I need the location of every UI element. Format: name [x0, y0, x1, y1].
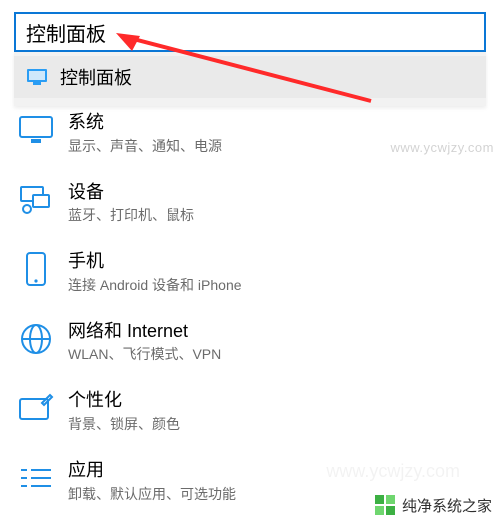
- category-title: 手机: [68, 251, 242, 273]
- watermark-url-top: www.ycwjzy.com: [390, 140, 494, 155]
- globe-icon: [18, 321, 54, 357]
- watermark-url-faint: www.ycwjzy.com: [326, 461, 460, 482]
- category-texts: 手机 连接 Android 设备和 iPhone: [68, 251, 242, 295]
- category-title: 设备: [68, 182, 194, 204]
- category-subtitle: 显示、声音、通知、电源: [68, 136, 222, 156]
- category-subtitle: 连接 Android 设备和 iPhone: [68, 275, 242, 295]
- category-devices[interactable]: 设备 蓝牙、打印机、鼠标: [14, 168, 490, 238]
- category-title: 网络和 Internet: [68, 321, 221, 343]
- category-title: 系统: [68, 112, 222, 134]
- category-texts: 系统 显示、声音、通知、电源: [68, 112, 222, 156]
- category-phone[interactable]: 手机 连接 Android 设备和 iPhone: [14, 237, 490, 307]
- category-texts: 个性化 背景、锁屏、颜色: [68, 390, 180, 434]
- category-title: 个性化: [68, 390, 180, 412]
- search-container: [14, 12, 486, 52]
- category-subtitle: 卸载、默认应用、可选功能: [68, 484, 236, 504]
- settings-category-list: 系统 显示、声音、通知、电源 设备 蓝牙、打印机、鼠标 手机 连接 Androi…: [14, 108, 490, 516]
- devices-icon: [18, 182, 54, 218]
- suggestion-control-panel[interactable]: 控制面板: [14, 56, 486, 98]
- personalization-icon: [18, 390, 54, 426]
- watermark-brand: 纯净系统之家: [374, 494, 492, 516]
- system-icon: [18, 112, 54, 148]
- category-texts: 网络和 Internet WLAN、飞行模式、VPN: [68, 321, 221, 365]
- control-panel-icon: [26, 69, 48, 85]
- category-subtitle: 蓝牙、打印机、鼠标: [68, 205, 194, 225]
- brand-logo-icon: [374, 494, 396, 516]
- phone-icon: [18, 251, 54, 287]
- search-suggestion-dropdown: 控制面板: [14, 52, 486, 106]
- category-subtitle: WLAN、飞行模式、VPN: [68, 344, 221, 364]
- category-title: 应用: [68, 460, 236, 482]
- suggestion-label: 控制面板: [60, 64, 132, 90]
- category-texts: 应用 卸载、默认应用、可选功能: [68, 460, 236, 504]
- category-texts: 设备 蓝牙、打印机、鼠标: [68, 182, 194, 226]
- category-system[interactable]: 系统 显示、声音、通知、电源: [14, 98, 490, 168]
- category-subtitle: 背景、锁屏、颜色: [68, 414, 180, 434]
- category-network[interactable]: 网络和 Internet WLAN、飞行模式、VPN: [14, 307, 490, 377]
- search-input[interactable]: [14, 12, 486, 52]
- apps-icon: [18, 460, 54, 496]
- category-personalization[interactable]: 个性化 背景、锁屏、颜色: [14, 376, 490, 446]
- brand-text: 纯净系统之家: [402, 495, 492, 516]
